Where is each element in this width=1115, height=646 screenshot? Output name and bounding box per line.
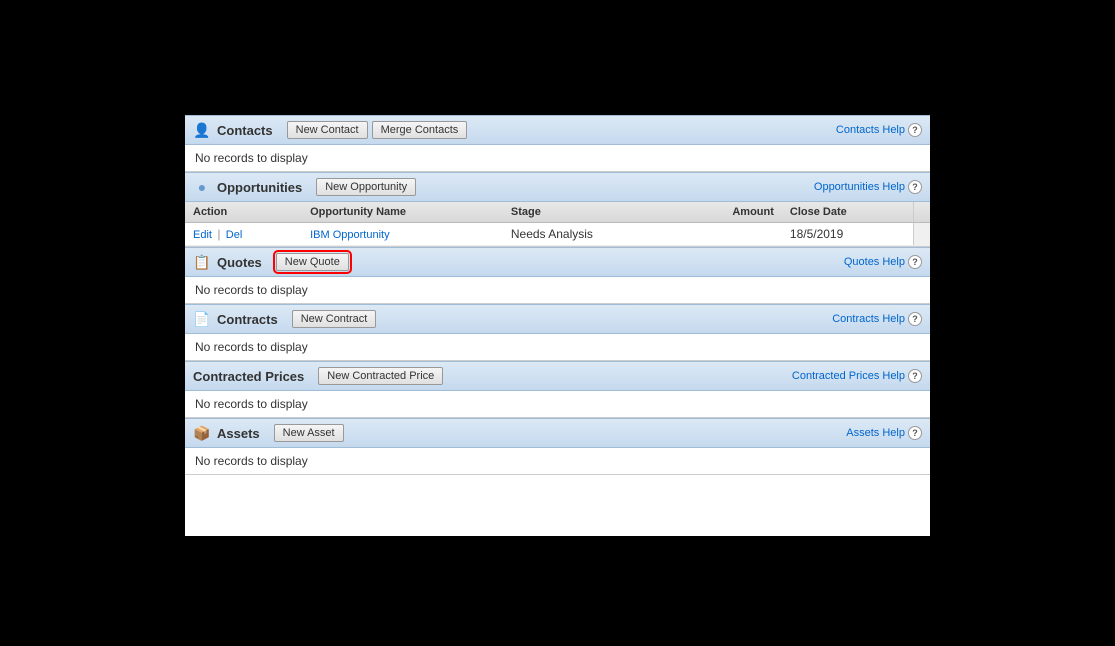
row-amount [679, 223, 782, 246]
contracts-header: 📄 Contracts New Contract Contracts Help … [185, 304, 930, 334]
assets-header: 📦 Assets New Asset Assets Help ? [185, 418, 930, 448]
row-close-date: 18/5/2019 [782, 223, 914, 246]
opportunities-header: ● Opportunities New Opportunity Opportun… [185, 172, 930, 202]
assets-help[interactable]: Assets Help ? [846, 426, 922, 440]
contacts-icon: 👤 [193, 121, 211, 139]
row-opp-name: IBM Opportunity [302, 223, 503, 246]
quotes-body: No records to display [185, 277, 930, 303]
contracts-help-icon[interactable]: ? [908, 312, 922, 326]
contacts-help-icon[interactable]: ? [908, 123, 922, 137]
opportunities-table: Action Opportunity Name Stage Amount Clo… [185, 202, 930, 246]
quotes-buttons: New Quote [276, 253, 349, 271]
opportunities-title: Opportunities [217, 180, 302, 195]
contacts-section: 👤 Contacts New Contact Merge Contacts Co… [185, 115, 930, 172]
assets-buttons: New Asset [274, 424, 344, 442]
contracted-prices-no-records: No records to display [195, 397, 308, 411]
contracted-prices-title: Contracted Prices [193, 369, 304, 384]
top-black-bar [0, 0, 1115, 115]
contacts-body: No records to display [185, 145, 930, 171]
scrollbar-placeholder [914, 202, 931, 223]
col-close-date: Close Date [782, 202, 914, 223]
opportunities-section: ● Opportunities New Opportunity Opportun… [185, 172, 930, 247]
col-opportunity-name: Opportunity Name [302, 202, 503, 223]
new-opportunity-button[interactable]: New Opportunity [316, 178, 416, 196]
assets-section: 📦 Assets New Asset Assets Help ? No reco… [185, 418, 930, 475]
assets-no-records: No records to display [195, 454, 308, 468]
screen-wrapper: 👤 Contacts New Contact Merge Contacts Co… [0, 0, 1115, 646]
assets-help-icon[interactable]: ? [908, 426, 922, 440]
contacts-no-records: No records to display [195, 151, 308, 165]
contracts-no-records: No records to display [195, 340, 308, 354]
opportunities-icon: ● [193, 178, 211, 196]
quotes-section: 📋 Quotes New Quote Quotes Help ? No reco… [185, 247, 930, 304]
contracted-prices-help-icon[interactable]: ? [908, 369, 922, 383]
quotes-icon: 📋 [193, 253, 211, 271]
col-action: Action [185, 202, 302, 223]
new-contact-button[interactable]: New Contact [287, 121, 368, 139]
quotes-help-icon[interactable]: ? [908, 255, 922, 269]
bottom-black-bar [0, 536, 1115, 646]
contracted-prices-body: No records to display [185, 391, 930, 417]
new-contracted-price-button[interactable]: New Contracted Price [318, 367, 443, 385]
assets-title: Assets [217, 426, 260, 441]
new-contract-button[interactable]: New Contract [292, 310, 377, 328]
opportunities-help-text: Opportunities Help [814, 181, 905, 193]
assets-body: No records to display [185, 448, 930, 474]
contacts-title: Contacts [217, 123, 273, 138]
row-scrollbar-placeholder [914, 223, 931, 246]
main-content: 👤 Contacts New Contact Merge Contacts Co… [185, 115, 930, 536]
contracts-icon: 📄 [193, 310, 211, 328]
col-amount: Amount [679, 202, 782, 223]
contracted-prices-help-text: Contracted Prices Help [792, 370, 905, 382]
contacts-buttons: New Contact Merge Contacts [287, 121, 468, 139]
opportunities-help[interactable]: Opportunities Help ? [814, 180, 922, 194]
merge-contacts-button[interactable]: Merge Contacts [372, 121, 468, 139]
assets-help-text: Assets Help [846, 427, 905, 439]
opportunities-buttons: New Opportunity [316, 178, 416, 196]
new-quote-button[interactable]: New Quote [276, 253, 349, 271]
quotes-help-text: Quotes Help [844, 256, 905, 268]
contacts-help-text: Contacts Help [836, 124, 905, 136]
contracts-help-text: Contracts Help [832, 313, 905, 325]
contacts-help[interactable]: Contacts Help ? [836, 123, 922, 137]
row-stage: Needs Analysis [503, 223, 679, 246]
contracts-title: Contracts [217, 312, 278, 327]
contacts-header: 👤 Contacts New Contact Merge Contacts Co… [185, 115, 930, 145]
opportunities-help-icon[interactable]: ? [908, 180, 922, 194]
assets-icon: 📦 [193, 424, 211, 442]
quotes-header: 📋 Quotes New Quote Quotes Help ? [185, 247, 930, 277]
contracted-prices-header: Contracted Prices New Contracted Price C… [185, 361, 930, 391]
col-stage: Stage [503, 202, 679, 223]
contracts-section: 📄 Contracts New Contract Contracts Help … [185, 304, 930, 361]
edit-link[interactable]: Edit [193, 229, 212, 241]
table-row: Edit | Del IBM Opportunity Needs Analysi… [185, 223, 930, 246]
contracts-body: No records to display [185, 334, 930, 360]
contracted-prices-help[interactable]: Contracted Prices Help ? [792, 369, 922, 383]
contracted-prices-section: Contracted Prices New Contracted Price C… [185, 361, 930, 418]
ibm-opportunity-link[interactable]: IBM Opportunity [310, 229, 389, 241]
del-link[interactable]: Del [226, 229, 243, 241]
contracted-prices-buttons: New Contracted Price [318, 367, 443, 385]
contracts-help[interactable]: Contracts Help ? [832, 312, 922, 326]
action-separator: | [217, 227, 220, 241]
quotes-help[interactable]: Quotes Help ? [844, 255, 922, 269]
quotes-title: Quotes [217, 255, 262, 270]
row-actions: Edit | Del [185, 223, 302, 246]
new-asset-button[interactable]: New Asset [274, 424, 344, 442]
opportunities-body: Action Opportunity Name Stage Amount Clo… [185, 202, 930, 246]
contracts-buttons: New Contract [292, 310, 377, 328]
quotes-no-records: No records to display [195, 283, 308, 297]
